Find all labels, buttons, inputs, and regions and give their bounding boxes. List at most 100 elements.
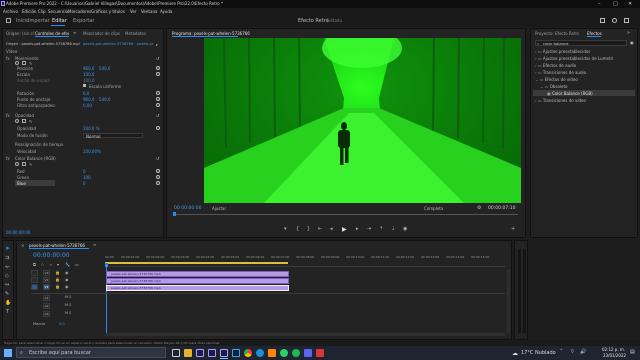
reset-blue-icon[interactable] [156,181,160,185]
timeline-menu-icon[interactable]: ≡ [93,242,96,247]
opacity-value[interactable]: 100,0 % [83,126,100,131]
taskbar-search-box[interactable]: ⌕ Escribe aquí para buscar [16,347,166,358]
timeline-ruler[interactable]: 00:00 00:00:01:00 00:00:02:00 00:00:03:0… [105,255,505,267]
maximize-icon[interactable]: □ [613,1,618,7]
speed-value[interactable]: 100,00% [83,149,101,154]
menu-marcadores[interactable]: Marcadores [68,9,91,14]
new-bin-icon[interactable]: ▣ [630,40,634,45]
tray-chevron-icon[interactable]: ˄ [560,349,563,355]
tab-source[interactable]: Origen: (sin clips) [6,31,34,36]
mask-rect-icon[interactable] [22,61,26,65]
mask-ellipse-icon[interactable] [15,61,19,65]
mark-in-icon[interactable]: { [296,226,299,232]
red-value[interactable]: 0 [83,169,86,174]
taskbar-search-input[interactable]: Escribe aquí para buscar [29,350,91,356]
network-icon[interactable]: ⌔ [570,349,575,355]
timeline-clip-v3[interactable]: pexels-pat-whelen-5736766.mp4 [106,271,289,277]
program-settings-icon[interactable]: ⚙ [477,205,481,211]
cb-mask-ellipse-icon[interactable] [15,162,19,166]
timeline-clip-v2[interactable]: pexels-pat-whelen-5736766.mp4 [106,278,289,284]
v2-lock-icon[interactable]: 🔒 [55,277,60,282]
share-icon[interactable] [600,18,605,23]
linked-selection-icon[interactable]: ∞ [49,262,52,267]
add-marker-icon[interactable]: ▾ [284,226,287,232]
fx-color-balance-label[interactable]: Color Balance (RGB) [15,156,56,161]
program-playhead-icon[interactable] [173,212,176,216]
button-editor-icon[interactable]: + [511,226,515,232]
reset-rotation-icon[interactable] [156,91,160,95]
ripple-edit-tool-icon[interactable]: ⟛ [5,264,10,270]
opacity-mask-rect-icon[interactable] [22,119,26,123]
timeline-vertical-scrollbar[interactable] [507,269,510,333]
photoshop-icon[interactable] [232,349,240,357]
program-video-frame[interactable] [204,38,521,203]
tree-item-obsolete[interactable]: ⌄ ▭ Obsoleto [540,84,568,89]
go-to-in-icon[interactable]: ⇤ [318,226,322,232]
fx-color-balance-toggle-icon[interactable]: fx [6,156,10,161]
progress-icon[interactable] [612,18,617,23]
program-timecode[interactable]: 00:00:00:00 [174,206,201,211]
panel-menu-icon[interactable]: ≡ [73,30,76,35]
workspace-importar[interactable]: Importar [28,18,50,24]
effects-search-box[interactable]: ⌕ color balance [535,40,627,46]
slip-tool-icon[interactable]: ↔ [5,282,9,288]
v1-source-toggle[interactable] [31,284,38,290]
reset-motion-icon[interactable]: ↺ [156,56,159,61]
export-frame-icon[interactable]: ◉ [403,226,407,232]
scale-value[interactable]: 100,0 [83,72,94,77]
timeline-timecode[interactable]: 00:00:00:00 [33,252,70,259]
position-y-value[interactable]: 540,0 [99,66,110,71]
rotation-value[interactable]: 0,0 [83,91,89,96]
fx-time-remap-label[interactable]: Reasignación de tiempo [15,142,63,147]
taskbar-time[interactable]: 02:12 p. m. [602,347,625,352]
cb-mask-pen-icon[interactable]: ✎ [29,162,32,167]
tree-item-color-balance[interactable]: ▣ Color Balance (RGB) [547,91,593,96]
panel-overflow-icon[interactable]: » [627,30,630,36]
razor-tool-icon[interactable]: ◇ [5,273,9,279]
tab-project[interactable]: Proyecto: Efecto Retro [535,31,579,36]
step-forward-icon[interactable]: ▸ [356,226,359,232]
a1-mute-button[interactable]: M S [65,295,71,299]
v3-lock-icon[interactable]: 🔒 [55,270,60,275]
menu-archivo[interactable]: Archivo [3,9,18,14]
file-explorer-icon[interactable] [184,349,192,357]
anchor-x-value[interactable]: 960,0 [83,97,94,102]
snap-icon[interactable]: ∩ [41,262,44,267]
weather-text[interactable]: 17°C Nublado [521,350,556,356]
blend-mode-select[interactable]: Normal [83,133,143,139]
reset-anchor-icon[interactable] [156,97,160,101]
reset-flicker-icon[interactable] [156,103,160,107]
work-area-bar[interactable] [105,262,288,264]
edge-icon[interactable] [256,349,264,357]
minimize-icon[interactable]: – [598,1,601,7]
effects-search-input[interactable]: color balance [543,41,569,46]
uniform-scale-checkbox[interactable] [83,84,86,87]
reset-position-icon[interactable] [156,66,160,70]
timeline-clip-v1[interactable]: pexels-pat-whelen-5736766.mp4 [106,285,289,291]
menu-secuencia[interactable]: Secuencia [48,9,69,14]
discord-icon[interactable] [304,349,312,357]
v3-track-target[interactable]: V3 [43,270,50,276]
notifications-icon[interactable]: ▤ [630,349,635,355]
add-marker-timeline-icon[interactable]: ▾ [57,262,59,267]
selection-tool-icon[interactable]: ➤ [5,245,10,252]
track-select-tool-icon[interactable]: ⇉ [5,255,9,261]
menu-clip[interactable]: Clip [38,9,46,14]
tree-item-audio-effects[interactable]: › ▭ Efectos de audio [535,63,576,68]
mix-value[interactable]: 0,0 [59,322,65,326]
program-scrubber[interactable] [174,214,518,215]
a1-track-target[interactable]: A1 [43,295,50,301]
opacity-mask-ellipse-icon[interactable] [15,119,19,123]
nest-toggle-icon[interactable]: ⧉ [33,262,36,267]
weather-icon[interactable]: ☁ [512,350,518,357]
v1-lock-icon[interactable]: 🔒 [55,284,60,289]
whatsapp-icon[interactable] [280,349,288,357]
fx-motion-toggle-icon[interactable]: fx [6,56,10,61]
after-effects-icon[interactable] [196,349,204,357]
flicker-value[interactable]: 0,00 [83,103,92,108]
mark-out-icon[interactable]: } [307,226,310,232]
fullscreen-icon[interactable] [624,18,629,23]
v2-eye-icon[interactable]: ◉ [65,277,69,282]
tree-item-video-transitions[interactable]: › ▭ Transiciones de vídeo [535,98,586,103]
menu-ayuda[interactable]: Ayuda [160,9,172,14]
